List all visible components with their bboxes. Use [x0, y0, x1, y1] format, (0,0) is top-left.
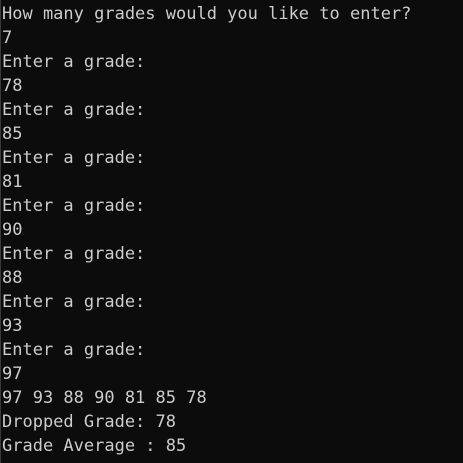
input-grade: 93 [2, 316, 23, 336]
prompt-grade: Enter a grade: [2, 148, 146, 168]
prompt-grade: Enter a grade: [2, 244, 146, 264]
input-grade: 78 [2, 76, 23, 96]
input-grade: 88 [2, 268, 23, 288]
prompt-grade-count: How many grades would you like to enter? [2, 4, 412, 24]
input-grade: 90 [2, 220, 23, 240]
input-grade: 97 [2, 364, 23, 384]
window-border [0, 0, 1, 463]
grade-average-output: Grade Average : 85 [2, 436, 187, 456]
console-window[interactable]: How many grades would you like to enter?… [0, 0, 463, 463]
prompt-grade: Enter a grade: [2, 340, 146, 360]
input-grade: 81 [2, 172, 23, 192]
input-grade-count: 7 [2, 28, 13, 48]
dropped-grade-output: Dropped Grade: 78 [2, 412, 176, 432]
sorted-grades-output: 97 93 88 90 81 85 78 [2, 388, 207, 408]
prompt-grade: Enter a grade: [2, 52, 146, 72]
prompt-grade: Enter a grade: [2, 196, 146, 216]
input-grade: 85 [2, 124, 23, 144]
prompt-grade: Enter a grade: [2, 100, 146, 120]
prompt-grade: Enter a grade: [2, 292, 146, 312]
